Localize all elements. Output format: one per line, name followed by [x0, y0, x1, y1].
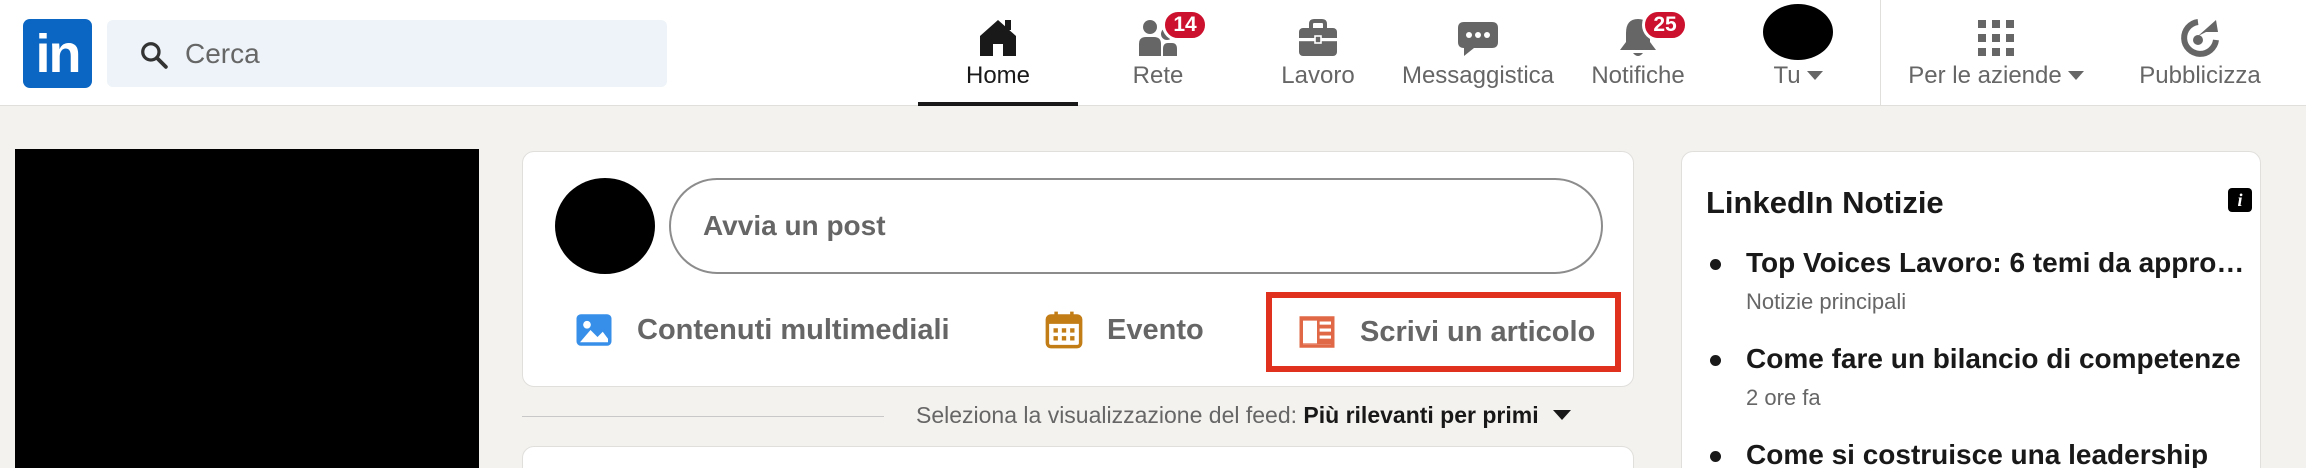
write-article-label: Scrivi un articolo — [1360, 315, 1596, 348]
feed-sort-prefix: Seleziona la visualizzazione del feed: — [916, 402, 1298, 428]
nav-home[interactable]: Home — [918, 0, 1078, 106]
nav-me[interactable]: Tu — [1718, 0, 1878, 106]
nav-business-label: Per le aziende — [1908, 62, 2062, 89]
profile-card[interactable] — [15, 149, 479, 468]
media-label: Contenuti multimediali — [637, 313, 950, 346]
briefcase-icon — [1299, 19, 1337, 56]
network-badge: 14 — [1162, 9, 1208, 41]
nav-business[interactable]: Per le aziende — [1896, 0, 2096, 106]
nav-messaging[interactable]: Messaggistica — [1398, 0, 1558, 106]
nav-advertise[interactable]: Pubblicizza — [2116, 0, 2284, 106]
write-article-button[interactable]: Scrivi un articolo — [1266, 292, 1622, 372]
global-nav: in Home 14 Rete Lavor — [0, 0, 2306, 106]
avatar — [1763, 4, 1833, 60]
share-box: Avvia un post Contenuti multimediali Eve… — [522, 151, 1634, 387]
nav-jobs-label: Lavoro — [1281, 62, 1355, 89]
media-button[interactable]: Contenuti multimediali — [573, 294, 950, 366]
nav-business-label-wrap: Per le aziende — [1896, 62, 2096, 90]
search-input[interactable] — [185, 34, 645, 74]
news-headline: Top Voices Lavoro: 6 temi da approfondir… — [1746, 247, 2246, 278]
news-headline: Come fare un bilancio di competenze — [1746, 343, 2241, 374]
bullet-icon — [1710, 259, 1721, 270]
nav-network[interactable]: 14 Rete — [1078, 0, 1238, 106]
news-headline: Come si costruisce una leadership — [1746, 439, 2209, 468]
nav-me-label-wrap: Tu — [1718, 62, 1878, 90]
news-title: LinkedIn Notizie — [1706, 185, 1944, 220]
event-label: Evento — [1107, 313, 1204, 346]
search-bar[interactable] — [107, 20, 667, 87]
image-icon — [576, 314, 612, 346]
compass-icon — [2181, 19, 2219, 57]
chevron-down-icon — [1806, 71, 1823, 80]
nav-advertise-label: Pubblicizza — [2139, 62, 2261, 89]
news-item[interactable]: Come si costruisce una leadership — [1706, 439, 2246, 468]
grid-icon — [1978, 20, 2014, 56]
news-meta: 2 ore fa — [1746, 385, 1821, 410]
chevron-down-icon — [2067, 71, 2084, 80]
home-icon — [980, 20, 1016, 56]
feed-sort-value: Più rilevanti per primi — [1303, 402, 1539, 428]
linkedin-logo[interactable]: in — [23, 19, 92, 88]
nav-notifications[interactable]: 25 Notifiche — [1558, 0, 1718, 106]
nav-network-label: Rete — [1132, 62, 1184, 89]
feed-sort-selector[interactable]: Seleziona la visualizzazione del feed: P… — [916, 402, 1571, 429]
chevron-down-icon — [1552, 410, 1571, 420]
news-card: LinkedIn Notizie i Top Voices Lavoro: 6 … — [1681, 151, 2261, 468]
nav-home-label: Home — [965, 62, 1031, 89]
notifications-badge: 25 — [1642, 9, 1688, 41]
search-icon — [141, 42, 168, 69]
info-icon[interactable]: i — [2228, 188, 2252, 212]
news-item[interactable]: Come fare un bilancio di competenze 2 or… — [1706, 343, 2246, 413]
article-icon — [1299, 316, 1335, 348]
nav-me-label: Tu — [1773, 62, 1801, 89]
news-item[interactable]: Top Voices Lavoro: 6 temi da approfondir… — [1706, 247, 2246, 317]
nav-divider — [1880, 0, 1881, 106]
calendar-icon — [1045, 311, 1083, 349]
feed-sort-divider — [522, 416, 884, 417]
chat-icon — [1458, 22, 1498, 56]
event-button[interactable]: Evento — [1043, 294, 1204, 366]
bullet-icon — [1710, 451, 1721, 462]
start-post-button[interactable]: Avvia un post — [669, 178, 1603, 274]
feed-post[interactable] — [522, 446, 1634, 468]
nav-messaging-label: Messaggistica — [1401, 62, 1555, 89]
news-meta: Notizie principali — [1746, 289, 1907, 314]
nav-notifications-label: Notifiche — [1591, 62, 1685, 89]
nav-jobs[interactable]: Lavoro — [1238, 0, 1398, 106]
avatar[interactable] — [555, 178, 655, 274]
linkedin-logo-mark: in — [35, 24, 82, 84]
bullet-icon — [1710, 355, 1721, 366]
